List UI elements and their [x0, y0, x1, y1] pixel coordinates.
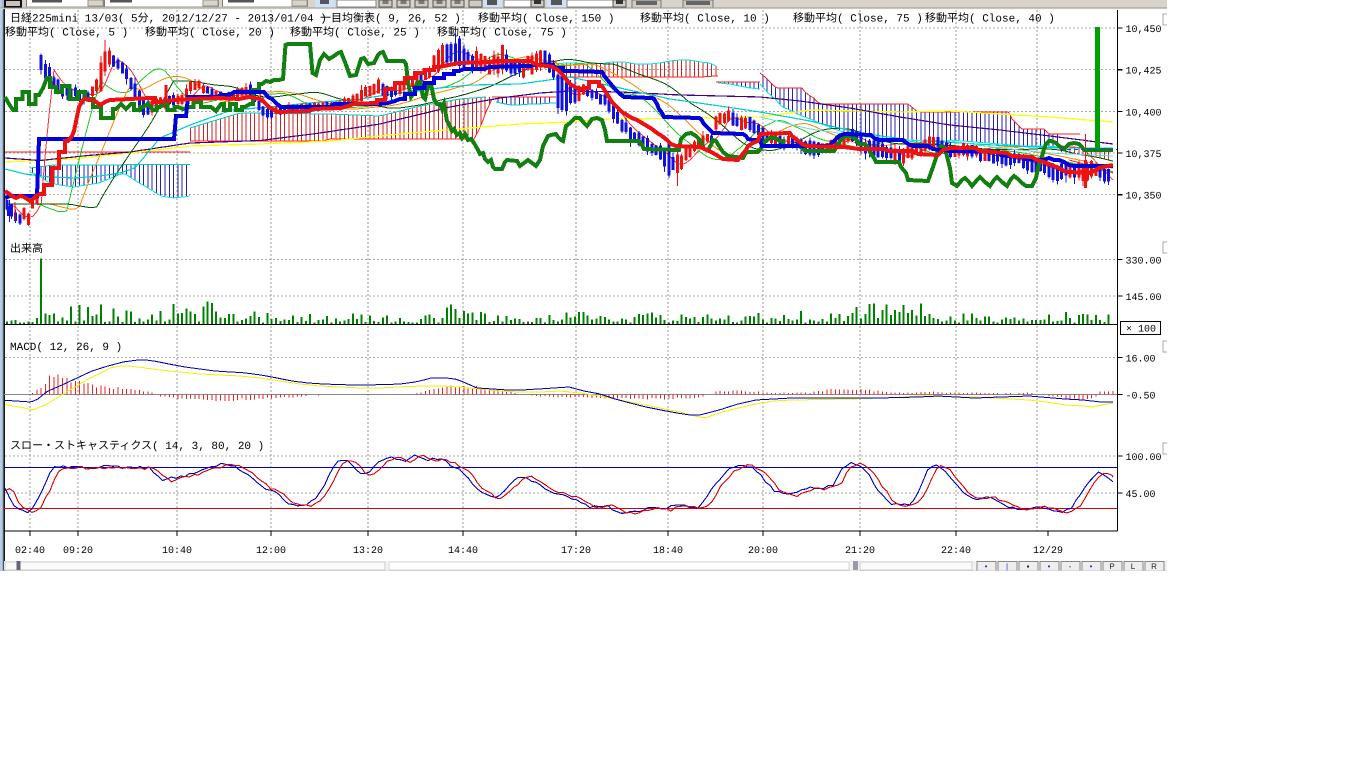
svg-text:•: • [1048, 562, 1051, 571]
svg-text:× 100: × 100 [1126, 325, 1156, 336]
svg-text:100.00: 100.00 [1126, 453, 1162, 464]
svg-text:L: L [1131, 562, 1136, 571]
svg-text:330.00: 330.00 [1126, 257, 1162, 268]
svg-text:20:00: 20:00 [748, 546, 778, 557]
svg-text:16.00: 16.00 [1126, 355, 1156, 366]
svg-text:09:20: 09:20 [63, 546, 93, 557]
svg-text:45.00: 45.00 [1126, 490, 1156, 501]
svg-text:P: P [1109, 562, 1114, 571]
svg-text:一目均衡表( 9, 26, 52 ): 一目均衡表( 9, 26, 52 ) [320, 12, 461, 26]
svg-text:移動平均( Close, 150 ): 移動平均( Close, 150 ) [478, 12, 614, 26]
svg-text:10,425: 10,425 [1126, 67, 1162, 78]
svg-text:|: | [1006, 562, 1008, 571]
svg-text:-0.50: -0.50 [1126, 392, 1156, 403]
svg-text:21:20: 21:20 [845, 546, 875, 557]
svg-text:02:40: 02:40 [15, 546, 45, 557]
svg-text:•: • [1090, 562, 1093, 571]
svg-text:18:40: 18:40 [653, 546, 683, 557]
svg-text:-: - [1069, 562, 1072, 571]
svg-text:13:20: 13:20 [353, 546, 383, 557]
svg-text:移動平均( Close, 20 ): 移動平均( Close, 20 ) [145, 26, 275, 40]
svg-text:10,350: 10,350 [1126, 192, 1162, 203]
svg-text:12:00: 12:00 [256, 546, 286, 557]
svg-text:移動平均( Close, 5 ): 移動平均( Close, 5 ) [5, 26, 128, 40]
svg-text:•: • [985, 562, 988, 571]
svg-text:移動平均( Close, 75 ): 移動平均( Close, 75 ) [793, 12, 923, 26]
svg-text:10,450: 10,450 [1126, 25, 1162, 36]
svg-text:R: R [1151, 562, 1157, 571]
svg-text:移動平均( Close, 75 ): 移動平均( Close, 75 ) [437, 26, 567, 40]
svg-text:145.00: 145.00 [1126, 293, 1162, 304]
svg-text:10:40: 10:40 [162, 546, 192, 557]
svg-text:移動平均( Close, 10 ): 移動平均( Close, 10 ) [640, 12, 770, 26]
svg-text:MACD( 12, 26, 9 ): MACD( 12, 26, 9 ) [10, 342, 122, 354]
svg-text:移動平均( Close, 40 ): 移動平均( Close, 40 ) [925, 12, 1055, 26]
svg-text:10,400: 10,400 [1126, 108, 1162, 119]
svg-text:出来高: 出来高 [10, 242, 43, 256]
svg-text:14:40: 14:40 [448, 546, 478, 557]
svg-text:10,375: 10,375 [1126, 150, 1162, 161]
svg-text:日経225mini 13/03( 5分, 2012/12/2: 日経225mini 13/03( 5分, 2012/12/27 - 2013/0… [10, 12, 327, 26]
svg-text:スロー・ストキャスティクス( 14, 3, 80, 20 ): スロー・ストキャスティクス( 14, 3, 80, 20 ) [10, 440, 264, 453]
svg-text:移動平均( Close, 25 ): 移動平均( Close, 25 ) [290, 26, 420, 40]
svg-text:▪: ▪ [1027, 562, 1030, 571]
svg-text:12/29: 12/29 [1033, 545, 1063, 557]
svg-text:17:20: 17:20 [561, 546, 591, 557]
svg-text:22:40: 22:40 [941, 546, 971, 557]
